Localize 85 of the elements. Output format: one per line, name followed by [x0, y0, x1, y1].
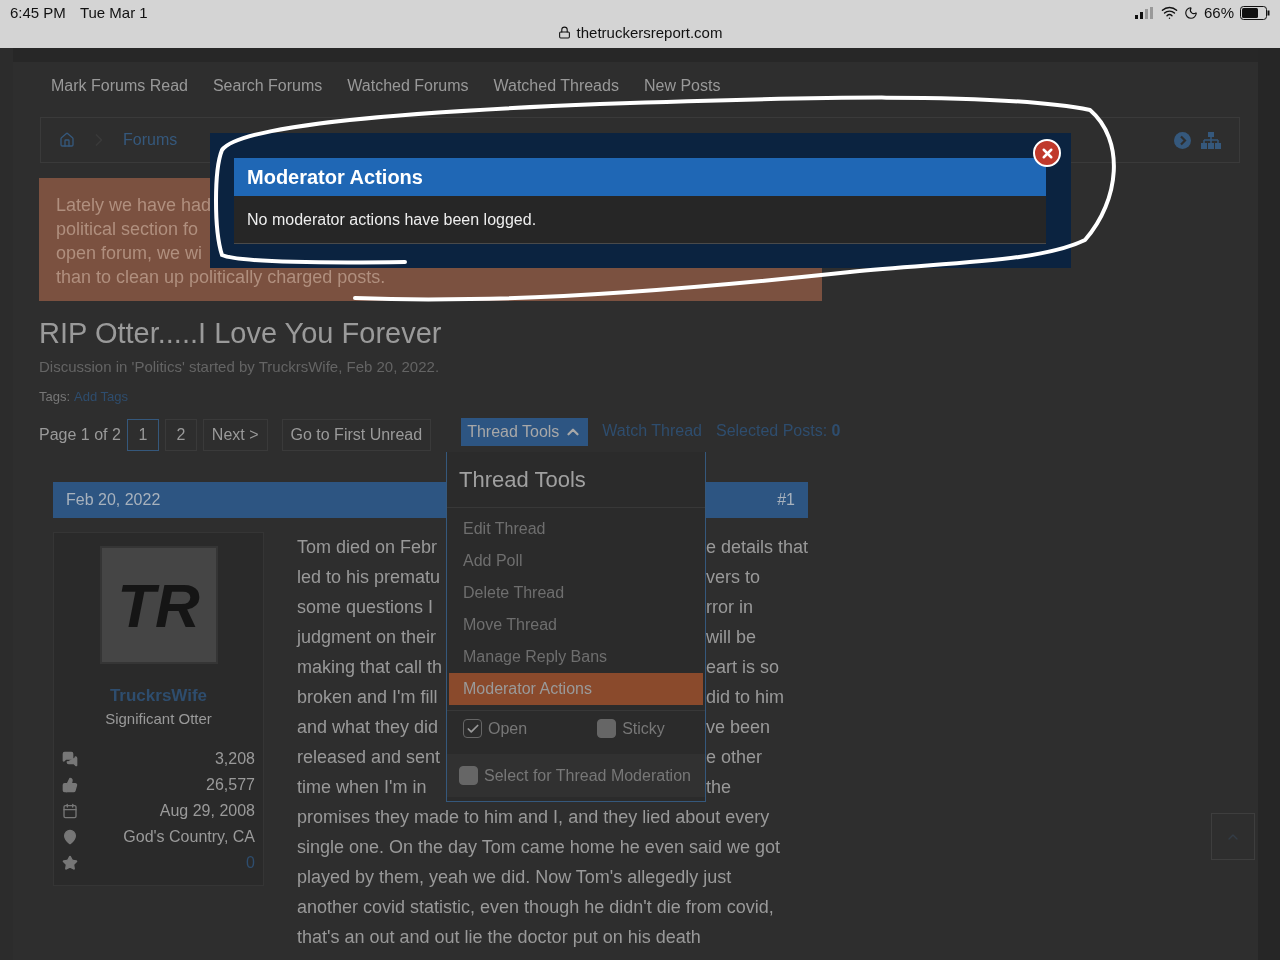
- menu-item[interactable]: Moderator Actions: [449, 673, 703, 705]
- menu-item[interactable]: Add Poll: [449, 545, 703, 577]
- checkbox[interactable]: [459, 766, 478, 785]
- battery-icon: [1240, 5, 1270, 20]
- menu-title: Thread Tools: [447, 452, 705, 508]
- nav-tab[interactable]: Watched Threads: [493, 77, 619, 95]
- notice-text: political section fo: [56, 218, 199, 241]
- post-text: did to him: [706, 686, 786, 709]
- user-title: Significant Otter: [105, 710, 212, 727]
- lock-icon: [557, 26, 571, 39]
- map-pin-icon: [62, 829, 78, 845]
- post-text: played by them, yeah we did. Now Tom's allegedly just: [297, 866, 733, 889]
- stat-value: 26,577: [206, 776, 255, 794]
- menu-item[interactable]: Manage Reply Bans: [449, 641, 703, 673]
- checkbox[interactable]: [597, 719, 617, 738]
- post-text: e details that: [706, 536, 809, 559]
- stat-value: Aug 29, 2008: [159, 802, 255, 820]
- thread-title: RIP Otter.....I Love You Forever: [39, 317, 443, 350]
- nav-tab[interactable]: Watched Forums: [347, 77, 469, 95]
- page-label: Page 1 of 2: [39, 426, 121, 444]
- scrollbar[interactable]: [1258, 48, 1280, 960]
- author-link[interactable]: TruckrsWife: [109, 686, 208, 706]
- clock-time: 6:45 PM: [10, 4, 66, 21]
- post-text: some questions I: [297, 596, 435, 619]
- post-date: Feb 20, 2022: [66, 491, 161, 509]
- post-text: vers to: [706, 566, 762, 589]
- notice-text: than to clean up politically charged posts.: [56, 266, 386, 289]
- wifi-icon: [1160, 4, 1178, 21]
- post-text: will be: [706, 626, 758, 649]
- menu-item[interactable]: Delete Thread: [449, 577, 703, 609]
- post-text: released and sent: [297, 746, 442, 769]
- page-button[interactable]: 1: [126, 419, 159, 451]
- post-text: eart is so: [706, 656, 781, 679]
- first-unread-button[interactable]: Go to First Unread: [281, 419, 432, 451]
- thumbs-up-icon: [62, 777, 78, 793]
- menu-item[interactable]: Edit Thread: [449, 513, 703, 545]
- nav-tab[interactable]: Mark Forums Read: [51, 77, 188, 95]
- battery-percent: 66%: [1203, 4, 1234, 21]
- menu-item[interactable]: Move Thread: [449, 609, 703, 641]
- thread-tools-button[interactable]: Thread Tools: [461, 418, 589, 446]
- arrow-circle-icon[interactable]: [1174, 131, 1191, 149]
- breadcrumb-link[interactable]: Forums: [123, 131, 178, 149]
- nav-tab[interactable]: Search Forums: [212, 77, 323, 95]
- post-text: the: [706, 776, 733, 799]
- checkbox-label[interactable]: Sticky: [622, 719, 665, 738]
- post-text: Tom died on Febr: [297, 536, 439, 559]
- checkbox-label[interactable]: Select for Thread Moderation: [484, 766, 691, 785]
- nav-tab[interactable]: New Posts: [643, 77, 721, 95]
- date: Tue Mar 1: [79, 4, 148, 21]
- tags-label: Tags:: [39, 389, 71, 404]
- post-text: another covid statistic, even though he didn't die from covid,: [297, 896, 775, 919]
- post-text: judgment on their: [297, 626, 438, 649]
- post-text: that's an out and out lie the doctor put on his death: [297, 926, 702, 949]
- post-text: time when I'm in: [297, 776, 428, 799]
- chat-icon: [62, 751, 78, 767]
- post-text: making that call th: [297, 656, 444, 679]
- next-button[interactable]: Next >: [202, 419, 268, 451]
- modal-title: Moderator Actions: [234, 158, 1046, 196]
- notice-text: open forum, we wi: [56, 242, 203, 265]
- page-button[interactable]: 2: [164, 419, 197, 451]
- stat-value: 3,208: [214, 750, 255, 768]
- post-text: and what they did: [297, 716, 440, 739]
- moon-icon: [1183, 5, 1198, 20]
- signal-icon: [1134, 6, 1155, 19]
- post-text: single one. On the day Tom came home he even said we got: [297, 836, 781, 859]
- checkbox[interactable]: [463, 719, 482, 738]
- url-text[interactable]: thetruckersreport.com: [576, 24, 723, 41]
- post-text: e other: [706, 746, 764, 769]
- post-text: led to his prematu: [297, 566, 442, 589]
- home-icon[interactable]: [59, 132, 75, 148]
- post-number[interactable]: #1: [777, 491, 795, 509]
- star-icon: [62, 855, 78, 871]
- sitemap-icon[interactable]: [1201, 131, 1221, 149]
- stat-value: God's Country, CA: [123, 828, 255, 846]
- post-text: broken and I'm fill: [297, 686, 439, 709]
- calendar-icon: [62, 803, 78, 819]
- post-text: ve been: [706, 716, 772, 739]
- close-button[interactable]: [1033, 139, 1061, 167]
- stat-value[interactable]: 0: [246, 854, 255, 872]
- post-text: rror in: [706, 596, 754, 619]
- scroll-top-button[interactable]: [1211, 813, 1255, 860]
- checkbox-label[interactable]: Open: [488, 719, 528, 738]
- modal-message: No moderator actions have been logged.: [234, 196, 1046, 244]
- post-text: promises they made to him and I, and they lied about every: [297, 806, 771, 829]
- notice-text: Lately we have had: [56, 194, 212, 217]
